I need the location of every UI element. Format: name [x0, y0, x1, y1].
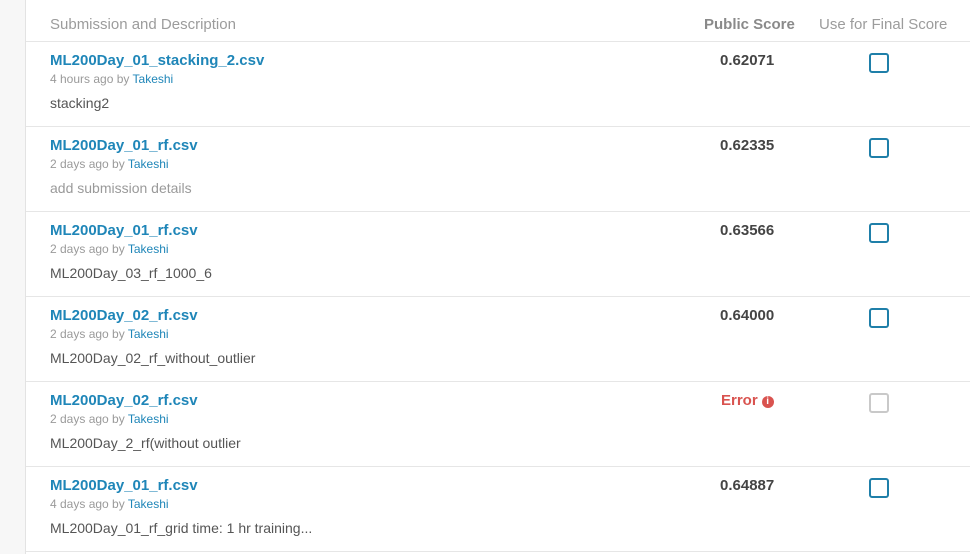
submission-time: 4 hours ago by: [50, 72, 130, 86]
final-score-checkbox[interactable]: [869, 308, 889, 328]
public-score: 0.64887: [720, 477, 775, 494]
submission-user-link[interactable]: Takeshi: [128, 327, 169, 341]
table-row: ML200Day_02_rf.csv 2 days ago by Takeshi…: [26, 297, 970, 382]
submission-description[interactable]: ML200Day_2_rf(without outlier: [50, 435, 241, 451]
submission-file-link[interactable]: ML200Day_02_rf.csv: [50, 307, 198, 324]
submission-user-link[interactable]: Takeshi: [128, 242, 169, 256]
submission-meta: 2 days ago by Takeshi: [50, 242, 169, 256]
final-score-checkbox[interactable]: [869, 138, 889, 158]
column-header-submission: Submission and Description: [50, 16, 236, 33]
submission-meta: 2 days ago by Takeshi: [50, 327, 169, 341]
submission-description[interactable]: ML200Day_02_rf_without_outlier: [50, 350, 255, 366]
error-label: Error: [721, 392, 758, 409]
submission-file-link[interactable]: ML200Day_01_rf.csv: [50, 222, 198, 239]
info-circle-icon[interactable]: i: [761, 396, 774, 408]
submission-user-link[interactable]: Takeshi: [128, 497, 169, 511]
final-score-checkbox[interactable]: [869, 53, 889, 73]
left-gutter: [0, 0, 26, 554]
submission-user-link[interactable]: Takeshi: [128, 157, 169, 171]
submission-description[interactable]: ML200Day_01_rf_grid time: 1 hr training.…: [50, 520, 312, 536]
table-row: ML200Day_01_rf.csv 2 days ago by Takeshi…: [26, 212, 970, 297]
public-score-error[interactable]: Error i: [721, 392, 774, 409]
add-description-link[interactable]: add submission details: [50, 180, 192, 196]
column-header-final-score: Use for Final Score: [819, 16, 948, 33]
table-header: Submission and Description Public Score …: [26, 0, 970, 42]
public-score: 0.63566: [720, 222, 775, 239]
submission-time: 2 days ago by: [50, 412, 125, 426]
submission-meta: 4 hours ago by Takeshi: [50, 72, 173, 86]
table-row: ML200Day_01_rf.csv 2 days ago by Takeshi…: [26, 127, 970, 212]
submission-time: 4 days ago by: [50, 497, 125, 511]
final-score-checkbox[interactable]: [869, 223, 889, 243]
table-row: ML200Day_02_rf.csv 2 days ago by Takeshi…: [26, 382, 970, 467]
submissions-table: Submission and Description Public Score …: [26, 0, 970, 554]
submission-user-link[interactable]: Takeshi: [133, 72, 174, 86]
submission-description[interactable]: stacking2: [50, 95, 109, 111]
public-score: 0.64000: [720, 307, 775, 324]
submission-time: 2 days ago by: [50, 242, 125, 256]
public-score: 0.62335: [720, 137, 775, 154]
submission-file-link[interactable]: ML200Day_01_stacking_2.csv: [50, 52, 264, 69]
submission-file-link[interactable]: ML200Day_01_rf.csv: [50, 137, 198, 154]
submission-meta: 2 days ago by Takeshi: [50, 157, 169, 171]
submission-file-link[interactable]: ML200Day_01_rf.csv: [50, 477, 198, 494]
submission-meta: 2 days ago by Takeshi: [50, 412, 169, 426]
submission-description[interactable]: ML200Day_03_rf_1000_6: [50, 265, 212, 281]
column-header-public-score[interactable]: Public Score: [704, 16, 795, 33]
submission-user-link[interactable]: Takeshi: [128, 412, 169, 426]
final-score-checkbox[interactable]: [869, 478, 889, 498]
table-row: ML200Day_01_stacking_2.csv 4 hours ago b…: [26, 42, 970, 127]
submission-time: 2 days ago by: [50, 327, 125, 341]
public-score: 0.62071: [720, 52, 775, 69]
submission-file-link[interactable]: ML200Day_02_rf.csv: [50, 392, 198, 409]
table-row: ML200Day_01_rf.csv 4 days ago by Takeshi…: [26, 467, 970, 552]
final-score-checkbox-disabled: [869, 393, 889, 413]
submission-meta: 4 days ago by Takeshi: [50, 497, 169, 511]
submission-time: 2 days ago by: [50, 157, 125, 171]
